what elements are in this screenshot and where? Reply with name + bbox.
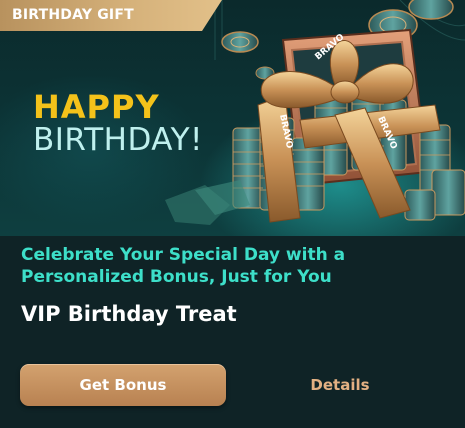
offer-description: Celebrate Your Special Day with a Person… <box>21 245 346 287</box>
headline-happy: HAPPY <box>33 88 160 126</box>
get-bonus-button[interactable]: Get Bonus <box>20 364 226 406</box>
birthday-gift-card: BRAVO BRAVO BRAVO BIRTHDAY GIFT HAPPY BI… <box>0 0 465 428</box>
details-link[interactable]: Details <box>290 364 390 406</box>
offer-title: VIP Birthday Treat <box>21 302 237 326</box>
headline-birthday: BIRTHDAY! <box>33 122 203 158</box>
tag-label: BIRTHDAY GIFT <box>12 7 134 23</box>
poker-chip-icon <box>221 31 259 53</box>
hero-banner: BRAVO BRAVO BRAVO BIRTHDAY GIFT HAPPY BI… <box>0 0 465 236</box>
birthday-gift-tag: BIRTHDAY GIFT <box>0 0 222 31</box>
